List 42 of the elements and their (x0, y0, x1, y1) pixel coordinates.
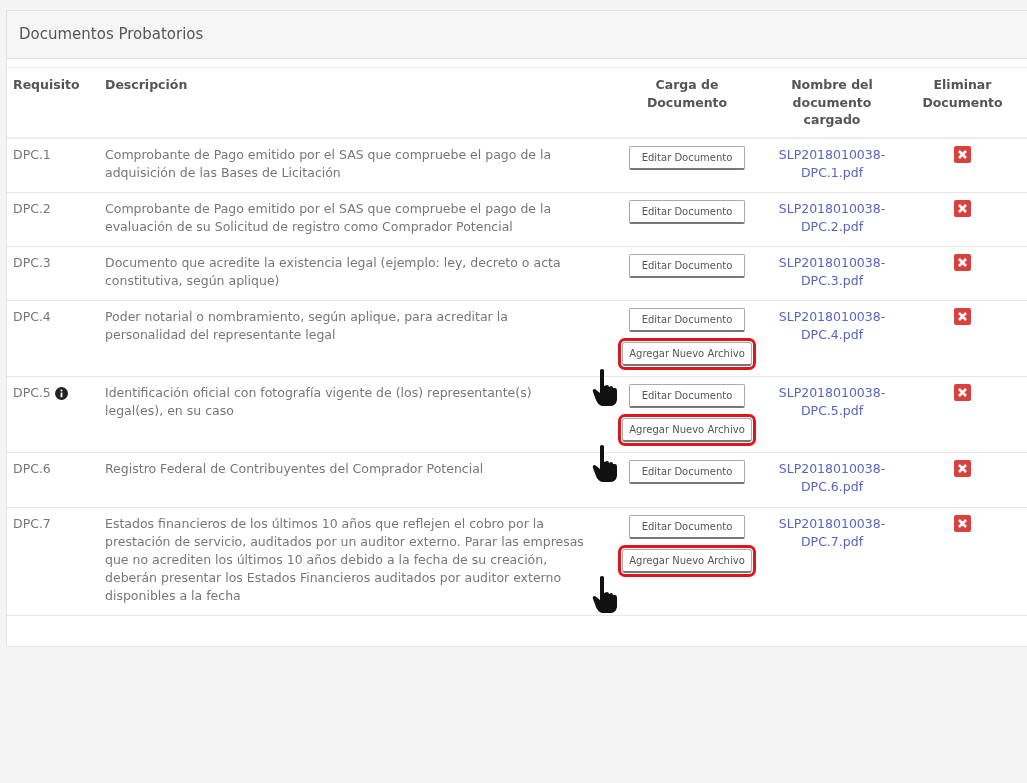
document-link[interactable]: SLP2018010038-DPC.6.pdf (774, 460, 890, 497)
document-link[interactable]: SLP2018010038-DPC.3.pdf (774, 254, 890, 291)
delete-icon[interactable] (954, 514, 971, 532)
document-link[interactable]: SLP2018010038-DPC.2.pdf (774, 199, 890, 236)
delete-icon[interactable] (954, 145, 971, 163)
column-header: Nombre del documento cargado (790, 76, 874, 129)
column-header: Descripción (105, 77, 188, 92)
requirement-code: DPC.6 (13, 460, 51, 479)
delete-icon[interactable] (954, 308, 971, 326)
delete-icon[interactable] (954, 384, 971, 402)
edit-document-button[interactable]: Editar Documento (628, 460, 746, 485)
column-header: Requisito (13, 77, 80, 92)
requirement-code: DPC.2 (13, 199, 51, 218)
delete-icon[interactable] (954, 199, 971, 217)
column-header: Eliminar Documento (921, 76, 1004, 111)
description-text: Comprobante de Pago emitido por el SAS que compruebe el pago de la adquisición de las Bases de Licitación (105, 146, 552, 180)
description-text: Registro Federal de Contribuyentes del Comprador Potencial (105, 461, 484, 477)
column-header: Carga de Documento (645, 76, 729, 111)
edit-document-button[interactable]: Editar Documento (628, 308, 746, 333)
description-text: Identificación oficial con fotografía vigente de (los) representante(s) legal(es), en su caso (105, 385, 532, 419)
document-link[interactable]: SLP2018010038-DPC.1.pdf (774, 145, 890, 182)
delete-icon[interactable] (954, 254, 971, 271)
edit-document-button[interactable]: Editar Documento (628, 514, 746, 539)
edit-document-button[interactable]: Editar Documento (628, 384, 746, 409)
edit-document-button[interactable]: Editar Documento (628, 254, 746, 278)
document-link[interactable]: SLP2018010038-DPC.4.pdf (774, 308, 890, 345)
edit-document-button[interactable]: Editar Documento (628, 199, 746, 224)
info-icon[interactable] (54, 386, 68, 400)
description-text: Documento que acredite la existencia legal (ejemplo: ley, decreto o acta constitutiva, según aplique) (105, 255, 561, 289)
requirement-code: DPC.4 (13, 308, 51, 327)
description-text: Estados financieros de los últimos 10 años que reflejen el cobro por la prestación de servicio, auditados por un auditor externo. Parar las empresas que no acrediten los últimos 10 años debido a la fecha de su creación, deberán presentar los Estados Financieros auditados por auditor externo disponibles a la fecha (105, 515, 584, 603)
requirement-code: DPC.5 (13, 384, 51, 403)
requirement-code: DPC.7 (13, 514, 51, 533)
requirement-code: DPC.1 (13, 145, 51, 164)
delete-icon[interactable] (954, 460, 971, 478)
panel-title: Documentos Probatorios (7, 11, 1027, 59)
requirement-code: DPC.3 (13, 254, 51, 272)
edit-document-button[interactable]: Editar Documento (628, 145, 746, 170)
description-text: Poder notarial o nombramiento, según aplique, para acreditar la personalidad del representante legal (105, 309, 508, 343)
document-link[interactable]: SLP2018010038-DPC.7.pdf (774, 514, 890, 551)
description-text: Comprobante de Pago emitido por el SAS que compruebe el pago de la evaluación de su Solicitud de registro como Comprador Potencial (105, 200, 552, 234)
document-link[interactable]: SLP2018010038-DPC.5.pdf (774, 384, 890, 421)
